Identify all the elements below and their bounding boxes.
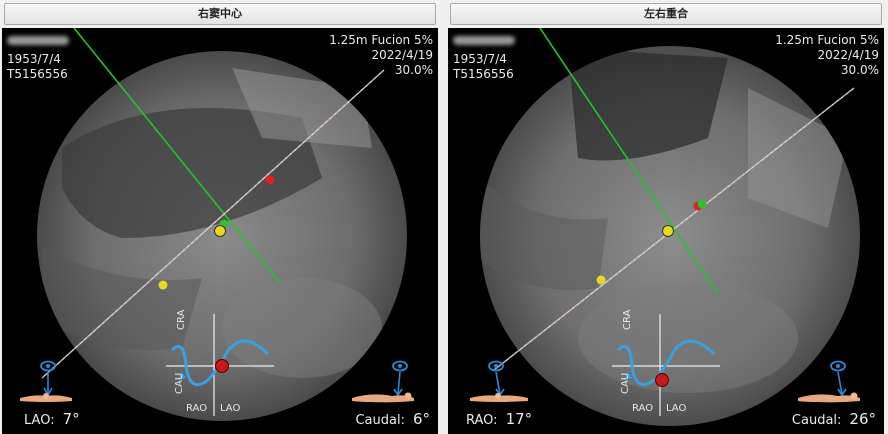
gizmo-dot[interactable] [655,373,669,387]
angle-gizmo[interactable]: CRA CAU RAO LAO [608,310,728,420]
viewport-title: 右窦中心 [198,7,242,20]
fluoro-viewport[interactable]: 1953/7/4 T5156556 1.25m Fucion 5% 2022/4… [2,28,438,434]
viewport-title-bar[interactable]: 左右重合 [450,3,882,25]
angle-gizmo[interactable]: CRA CAU RAO LAO [162,310,282,420]
gizmo-dot[interactable] [215,359,229,373]
marker-green[interactable] [697,199,707,209]
angle-readout-secondary: Caudal: 26° [791,410,876,429]
angle-value: 17° [505,410,533,428]
angle-value: 7° [62,410,80,428]
label-rao: RAO [186,403,208,414]
angle-label: Caudal: [791,413,842,428]
eye-icon [830,360,846,372]
patient-body-icon [798,392,860,403]
angle-value: 26° [849,410,876,428]
series-name: 1.25m Fucion 5% [329,33,433,47]
patient-id: T5156556 [453,67,514,81]
viewport-title-bar[interactable]: 右窦中心 [4,3,436,25]
label-rao: RAO [632,403,654,414]
label-cau: CAU [174,372,185,394]
label-lao: LAO [220,403,241,414]
label-cra: CRA [176,309,187,330]
eye-icon [488,360,504,372]
eye-icon [40,360,56,372]
marker-yellow[interactable] [158,280,168,290]
patient-orientation-right[interactable] [794,358,864,406]
angle-readout-primary: LAO: 7° [24,410,80,429]
angle-readout-primary: RAO: 17° [466,410,533,429]
patient-orientation-left[interactable] [16,358,76,406]
viewport-title: 左右重合 [644,7,688,20]
patient-orientation-right[interactable] [348,358,418,406]
marker-yellow[interactable] [596,275,606,285]
label-cau: CAU [620,372,631,394]
viewport-panel-right: 左右重合 1953/7/4 T5156556 1.25m Fucion 5% 2… [446,0,886,434]
study-date: 2022/4/19 [371,48,433,62]
series-info: 1.25m Fucion 5% 2022/4/19 30.0% [329,33,433,78]
patient-body-icon [352,392,414,403]
patient-id: T5156556 [7,67,68,81]
angle-label: Caudal: [355,413,405,428]
patient-body-icon [470,393,528,402]
patient-info: 1953/7/4 T5156556 [453,33,515,82]
birth-date: 1953/7/4 [7,52,61,66]
label-lao: LAO [666,403,687,414]
zoom-level: 30.0% [840,63,879,77]
zoom-level: 30.0% [394,63,433,77]
fluoro-viewport[interactable]: 1953/7/4 T5156556 1.25m Fucion 5% 2022/4… [448,28,884,434]
patient-name-redacted [7,36,69,45]
angle-label: RAO: [466,413,498,428]
angle-readout-secondary: Caudal: 6° [355,410,430,429]
series-info: 1.25m Fucion 5% 2022/4/19 30.0% [775,33,879,78]
marker-center[interactable] [662,225,674,237]
marker-red[interactable] [265,175,275,185]
angle-value: 6° [412,410,430,428]
series-name: 1.25m Fucion 5% [775,33,879,47]
patient-name-redacted [453,36,515,45]
patient-info: 1953/7/4 T5156556 [7,33,69,82]
patient-orientation-left[interactable] [466,358,536,406]
marker-center[interactable] [214,225,226,237]
birth-date: 1953/7/4 [453,52,507,66]
eye-icon [392,360,408,372]
label-cra: CRA [622,309,633,330]
angle-label: LAO: [24,413,55,428]
study-date: 2022/4/19 [817,48,879,62]
viewport-panel-left: 右窦中心 1953/7/4 T5156556 1.25m Fucion 5% 2… [0,0,440,434]
patient-body-icon [20,393,72,402]
